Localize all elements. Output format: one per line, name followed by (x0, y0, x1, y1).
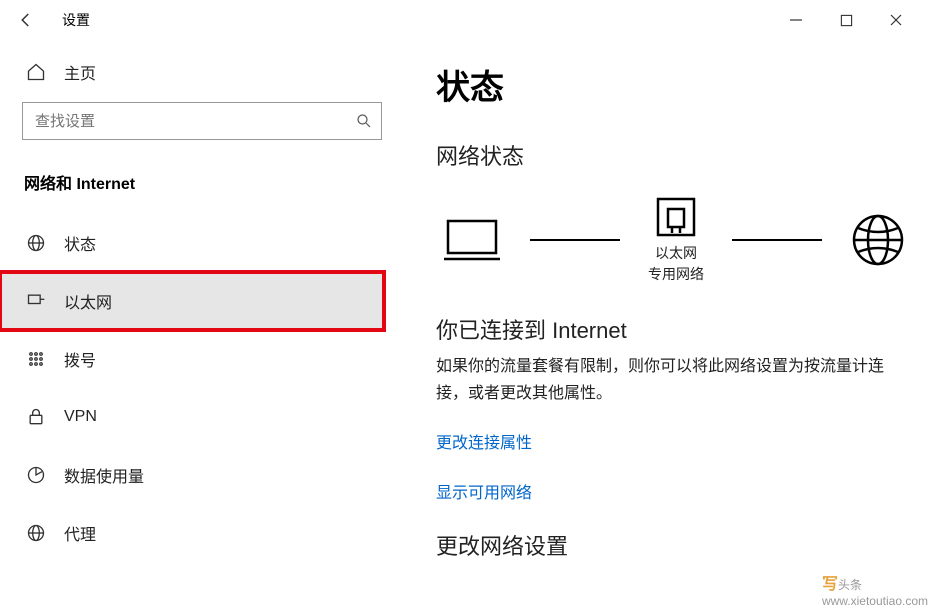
nav-item-vpn[interactable]: VPN (0, 388, 384, 446)
nav-label: 数据使用量 (64, 463, 144, 487)
ethernet-icon (26, 291, 46, 311)
section-header: 网络和 Internet (22, 170, 406, 194)
nav-label: 拨号 (64, 347, 96, 371)
page-title: 状态 (436, 60, 914, 109)
maximize-button[interactable] (836, 10, 856, 30)
nav-item-ethernet[interactable]: 以太网 (0, 272, 384, 330)
nav-label: 代理 (64, 521, 96, 545)
ethernet-port-icon (654, 195, 698, 239)
sidebar: 主页 网络和 Internet 状态 以太网 拨号 (0, 40, 406, 612)
dialup-icon (26, 349, 46, 369)
computer-icon (442, 215, 502, 265)
nav-item-dialup[interactable]: 拨号 (0, 330, 384, 388)
connection-line (530, 239, 620, 241)
connection-line (732, 239, 822, 241)
search-input[interactable] (35, 113, 355, 130)
watermark-brand: 写 (822, 576, 838, 593)
globe-icon (850, 212, 906, 268)
nav-label: VPN (64, 408, 97, 426)
title-bar: 设置 (0, 0, 934, 40)
watermark: 写头条 www.xietoutiao.com (822, 570, 928, 608)
minimize-button[interactable] (786, 10, 806, 30)
close-button[interactable] (886, 10, 906, 30)
nav-label: 以太网 (64, 289, 112, 313)
diagram-label-1: 以太网 (648, 243, 704, 264)
data-usage-icon (26, 465, 46, 485)
window-controls (786, 10, 924, 30)
watermark-text: 头条 (838, 578, 862, 592)
back-button[interactable] (10, 4, 42, 36)
nav-item-proxy[interactable]: 代理 (0, 504, 384, 562)
main-content: 状态 网络状态 以太网 专用网络 你已连接到 Internet 如果你 (406, 40, 934, 612)
connected-description: 如果你的流量套餐有限制，则你可以将此网络设置为按流量计连接，或者更改其他属性。 (436, 353, 906, 407)
home-icon (26, 62, 46, 82)
vpn-icon (26, 407, 46, 427)
home-nav[interactable]: 主页 (22, 50, 406, 102)
change-connection-properties-link[interactable]: 更改连接属性 (436, 429, 914, 453)
nav-item-data-usage[interactable]: 数据使用量 (0, 446, 384, 504)
search-box[interactable] (22, 102, 382, 140)
show-available-networks-link[interactable]: 显示可用网络 (436, 479, 914, 503)
nav-item-status[interactable]: 状态 (0, 214, 384, 272)
window-title: 设置 (62, 10, 90, 30)
home-label: 主页 (64, 60, 96, 84)
network-diagram: 以太网 专用网络 (436, 195, 914, 285)
connected-heading: 你已连接到 Internet (436, 313, 914, 345)
watermark-url: www.xietoutiao.com (822, 594, 928, 608)
search-icon (355, 112, 373, 130)
diagram-label-2: 专用网络 (648, 264, 704, 285)
nav-label: 状态 (64, 231, 96, 255)
change-network-settings-heading: 更改网络设置 (436, 529, 914, 561)
proxy-icon (26, 523, 46, 543)
network-status-heading: 网络状态 (436, 139, 914, 171)
status-icon (26, 233, 46, 253)
